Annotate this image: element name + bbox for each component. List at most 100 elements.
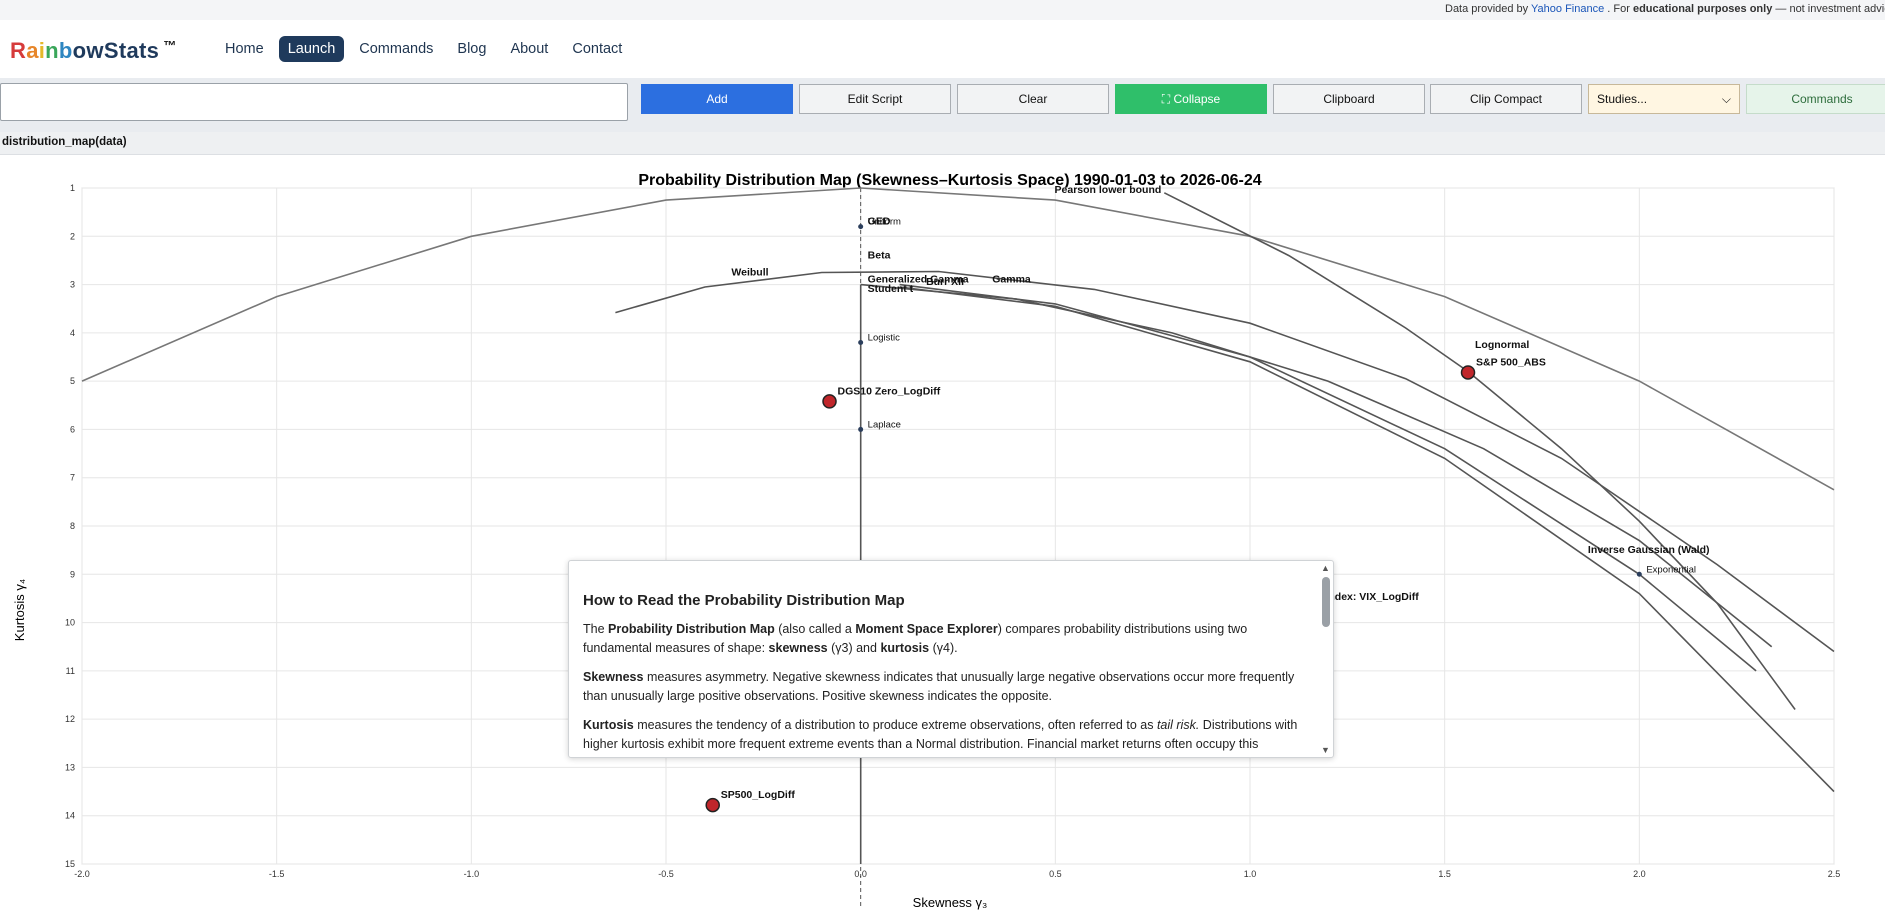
y-tick-label: 14 — [65, 811, 75, 821]
x-tick-label: 0.0 — [854, 869, 867, 879]
scroll-down-icon[interactable]: ▼ — [1321, 745, 1330, 755]
trademark-symbol: ™ — [163, 38, 177, 53]
y-tick-label: 6 — [70, 424, 75, 434]
x-axis-label: Skewness γ₃ — [913, 895, 988, 910]
help-paragraph-intro: The Probability Distribution Map (also c… — [583, 622, 1248, 655]
help-panel[interactable]: How to Read the Probability Distribution… — [568, 560, 1334, 758]
command-input[interactable] — [0, 83, 628, 121]
y-tick-label: 9 — [70, 569, 75, 579]
help-scrollbar[interactable]: ▲ ▼ — [1319, 561, 1333, 757]
chevron-down-icon: ⌵ — [1721, 91, 1731, 106]
nav-blog[interactable]: Blog — [448, 36, 495, 62]
provider-prefix: Data provided by — [1445, 3, 1529, 15]
reference-label: Laplace — [868, 419, 901, 430]
reference-label: Pearson lower bound — [1055, 184, 1162, 196]
help-paragraph-skewness: Skewness measures asymmetry. Negative sk… — [583, 670, 1295, 703]
y-tick-label: 15 — [65, 859, 75, 869]
data-provider-bar: Data provided by Yahoo Finance . For edu… — [0, 0, 1885, 21]
studies-select-value: Studies... — [1597, 92, 1648, 106]
reference-point — [858, 426, 864, 432]
reference-label: Weibull — [731, 266, 768, 278]
reference-label: Exponential — [1646, 564, 1696, 575]
y-tick-label: 3 — [70, 280, 75, 290]
clip-compact-button[interactable]: Clip Compact — [1430, 84, 1582, 114]
x-tick-label: -0.5 — [658, 869, 674, 879]
main-nav: Home Launch Commands Blog About Contact — [216, 36, 631, 62]
investment-disclaimer: — not investment advice — [1775, 3, 1885, 15]
provider-mid: . For — [1607, 3, 1630, 15]
brand-letter: R — [10, 38, 27, 63]
x-tick-label: -1.5 — [269, 869, 285, 879]
chart-title: Probability Distribution Map (Skewness–K… — [638, 172, 1261, 189]
brand-letter: w — [86, 38, 104, 63]
expression-bar: distribution_map(data) — [0, 132, 1885, 155]
series-label: SP500_LogDiff — [721, 789, 796, 801]
y-tick-label: 2 — [70, 231, 75, 241]
reference-label: Student t — [868, 283, 914, 295]
y-tick-label: 1 — [70, 183, 75, 193]
series-point — [705, 797, 720, 813]
reference-label: Gamma — [992, 274, 1031, 286]
y-tick-label: 10 — [65, 618, 75, 628]
add-button[interactable]: Add — [641, 84, 793, 114]
x-tick-label: 2.0 — [1633, 869, 1646, 879]
reference-point — [1636, 571, 1642, 577]
reference-label: Logistic — [868, 333, 900, 344]
nav-about[interactable]: About — [501, 36, 557, 62]
y-tick-label: 4 — [70, 328, 75, 338]
series-label: S&P 500_ABS — [1476, 356, 1546, 368]
brand-letter: a — [26, 38, 39, 63]
brand-letter: b — [58, 38, 73, 63]
reference-label: GED — [868, 216, 891, 228]
brand-letter: a — [126, 38, 140, 63]
distribution-map-chart: Probability Distribution Map (Skewness–K… — [12, 172, 1841, 910]
brand-logo[interactable]: RainbowStats ™ — [10, 38, 177, 64]
clipboard-button[interactable]: Clipboard — [1273, 84, 1425, 114]
navbar: RainbowStats ™ Home Launch Commands Blog … — [0, 20, 1885, 78]
yahoo-finance-link[interactable]: Yahoo Finance — [1531, 3, 1604, 15]
y-tick-label: 7 — [70, 473, 75, 483]
x-tick-label: -1.0 — [464, 869, 480, 879]
nav-commands[interactable]: Commands — [350, 36, 442, 62]
educational-notice: educational purposes only — [1632, 3, 1773, 15]
reference-label: Burr XII — [926, 276, 964, 288]
x-tick-label: 2.5 — [1828, 869, 1841, 879]
x-tick-label: 1.0 — [1244, 869, 1257, 879]
brand-wordmark: RainbowStats — [10, 38, 159, 63]
edit-script-button[interactable]: Edit Script — [799, 84, 951, 114]
y-tick-label: 13 — [65, 762, 75, 772]
brand-letter: s — [146, 38, 160, 63]
reference-point — [858, 224, 864, 230]
curve-pearson-lower-bound — [81, 187, 1835, 491]
x-tick-label: 1.5 — [1438, 869, 1451, 879]
nav-contact[interactable]: Contact — [563, 36, 631, 62]
brand-letter: t — [139, 38, 147, 63]
brand-letter: n — [45, 38, 59, 63]
brand-letter: o — [72, 38, 87, 63]
collapse-button[interactable]: ⛶ Collapse — [1115, 84, 1267, 114]
commands-button[interactable]: Commands — [1746, 84, 1885, 114]
studies-select[interactable]: Studies... ⌵ — [1588, 84, 1740, 114]
series-point — [1460, 365, 1476, 380]
command-toolbar: Add Edit Script Clear ⛶ Collapse Clipboa… — [0, 78, 1885, 132]
reference-label: Inverse Gaussian (Wald) — [1588, 544, 1710, 556]
y-tick-label: 8 — [70, 521, 75, 531]
reference-distributions: UniformGEDBetaGeneralized GammaBurr XII G… — [731, 184, 1710, 577]
chart-grid — [81, 187, 1835, 908]
expression-text: distribution_map(data) — [2, 136, 127, 148]
x-tick-label: -2.0 — [74, 869, 90, 879]
scroll-up-icon[interactable]: ▲ — [1321, 563, 1330, 573]
scroll-thumb[interactable] — [1322, 577, 1330, 627]
brand-letter: S — [103, 38, 119, 63]
help-paragraph-kurtosis: Kurtosis measures the tendency of a dist… — [583, 718, 1298, 751]
y-axis-label: Kurtosis γ₄ — [12, 579, 27, 641]
series-point — [822, 394, 837, 409]
reference-label: Lognormal — [1475, 339, 1529, 351]
nav-home[interactable]: Home — [216, 36, 273, 62]
nav-launch[interactable]: Launch — [278, 36, 345, 62]
reference-point — [858, 340, 864, 346]
clear-button[interactable]: Clear — [957, 84, 1109, 114]
help-title: How to Read the Probability Distribution… — [583, 592, 905, 609]
y-tick-label: 12 — [65, 714, 75, 724]
x-tick-label: 0.5 — [1049, 869, 1062, 879]
